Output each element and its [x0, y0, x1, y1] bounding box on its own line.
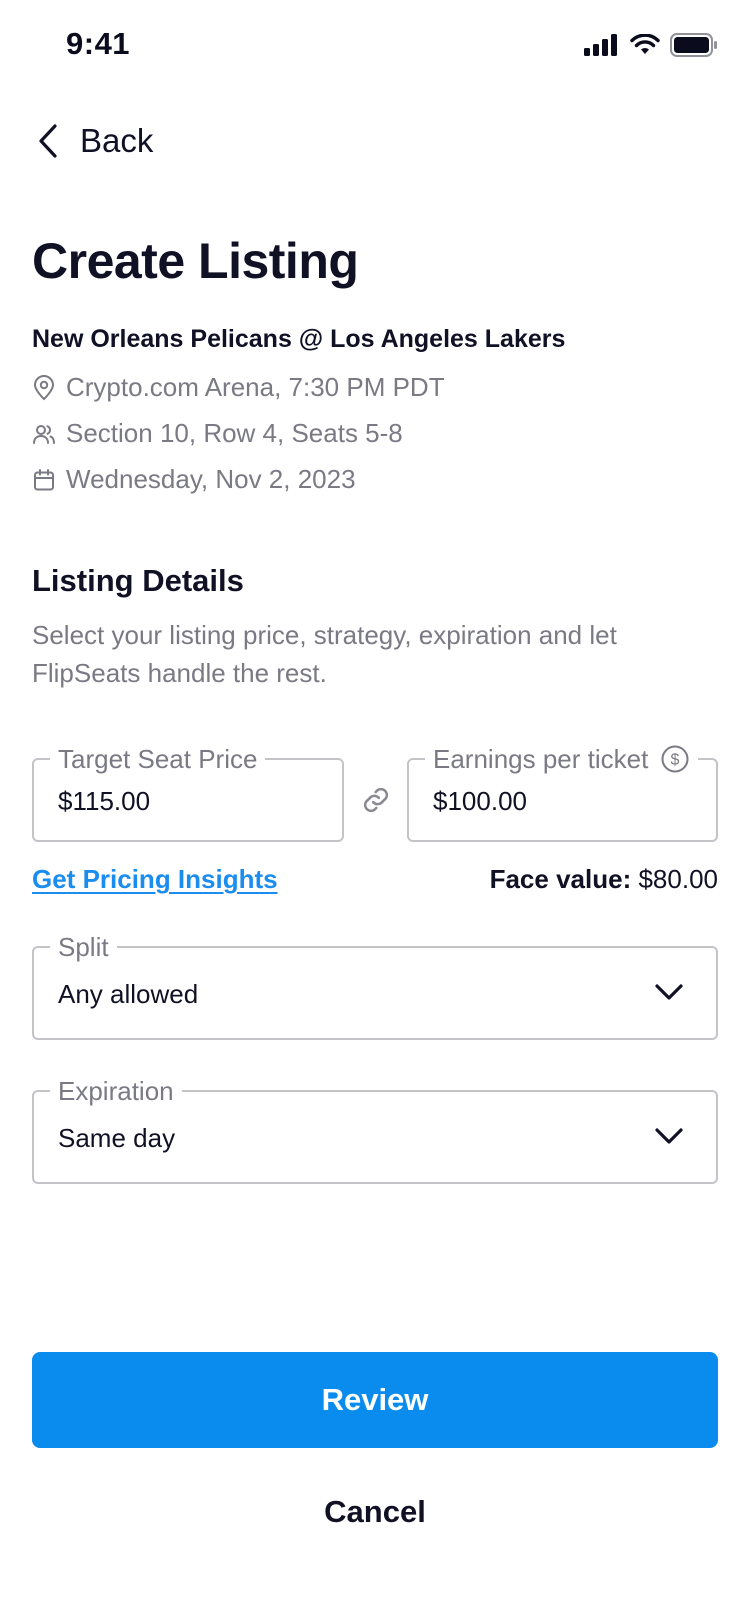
split-select[interactable]: Split Any allowed	[32, 932, 718, 1040]
chevron-down-icon	[655, 1128, 683, 1144]
status-icons	[584, 33, 718, 57]
split-value: Any allowed	[58, 979, 199, 1009]
event-seats-row: Section 10, Row 4, Seats 5-8	[32, 418, 403, 449]
link-icon[interactable]	[359, 783, 393, 817]
dollar-info-icon[interactable]: $	[660, 744, 690, 774]
event-seats: Section 10, Row 4, Seats 5-8	[66, 418, 403, 448]
signal-icon	[584, 34, 617, 56]
status-time: 9:41	[66, 26, 131, 61]
get-pricing-insights-link[interactable]: Get Pricing Insights	[32, 864, 278, 895]
expiration-value: Same day	[58, 1123, 176, 1153]
target-seat-price-field[interactable]: Target Seat Price $115.00	[32, 744, 344, 842]
wifi-icon	[630, 34, 660, 54]
listing-details-title: Listing Details	[32, 563, 244, 598]
face-value-label: Face value:	[489, 864, 632, 894]
battery-icon	[670, 33, 717, 57]
svg-text:$: $	[671, 752, 680, 769]
calendar-icon	[34, 468, 54, 490]
review-button[interactable]: Review	[32, 1352, 718, 1448]
event-name: New Orleans Pelicans @ Los Angeles Laker…	[32, 325, 566, 353]
split-label: Split	[50, 932, 117, 962]
target-seat-price-label: Target Seat Price	[50, 744, 266, 774]
event-venue: Crypto.com Arena, 7:30 PM PDT	[66, 372, 445, 402]
event-venue-row: Crypto.com Arena, 7:30 PM PDT	[32, 372, 445, 403]
chevron-left-icon	[39, 124, 57, 158]
earnings-per-ticket-legend: Earnings per ticket $	[425, 744, 699, 774]
event-date: Wednesday, Nov 2, 2023	[66, 464, 356, 494]
earnings-per-ticket-field[interactable]: Earnings per ticket $ $100.00	[407, 744, 718, 842]
back-button[interactable]: Back	[36, 122, 153, 160]
location-pin-icon	[33, 374, 55, 400]
chevron-down-icon	[655, 984, 683, 1000]
cancel-button[interactable]: Cancel	[32, 1464, 718, 1560]
back-label: Back	[80, 122, 154, 159]
users-icon	[33, 424, 55, 444]
face-value-amount: $80.00	[638, 864, 718, 894]
listing-details-description: Select your listing price, strategy, exp…	[32, 620, 617, 688]
page-title: Create Listing	[32, 233, 359, 289]
expiration-select[interactable]: Expiration Same day	[32, 1076, 718, 1184]
expiration-label: Expiration	[50, 1076, 182, 1106]
face-value: Face value: $80.00	[490, 864, 718, 895]
event-date-row: Wednesday, Nov 2, 2023	[32, 464, 356, 495]
earnings-per-ticket-value: $100.00	[433, 786, 527, 816]
earnings-per-ticket-label: Earnings per ticket	[433, 744, 649, 774]
target-seat-price-value: $115.00	[58, 786, 151, 816]
